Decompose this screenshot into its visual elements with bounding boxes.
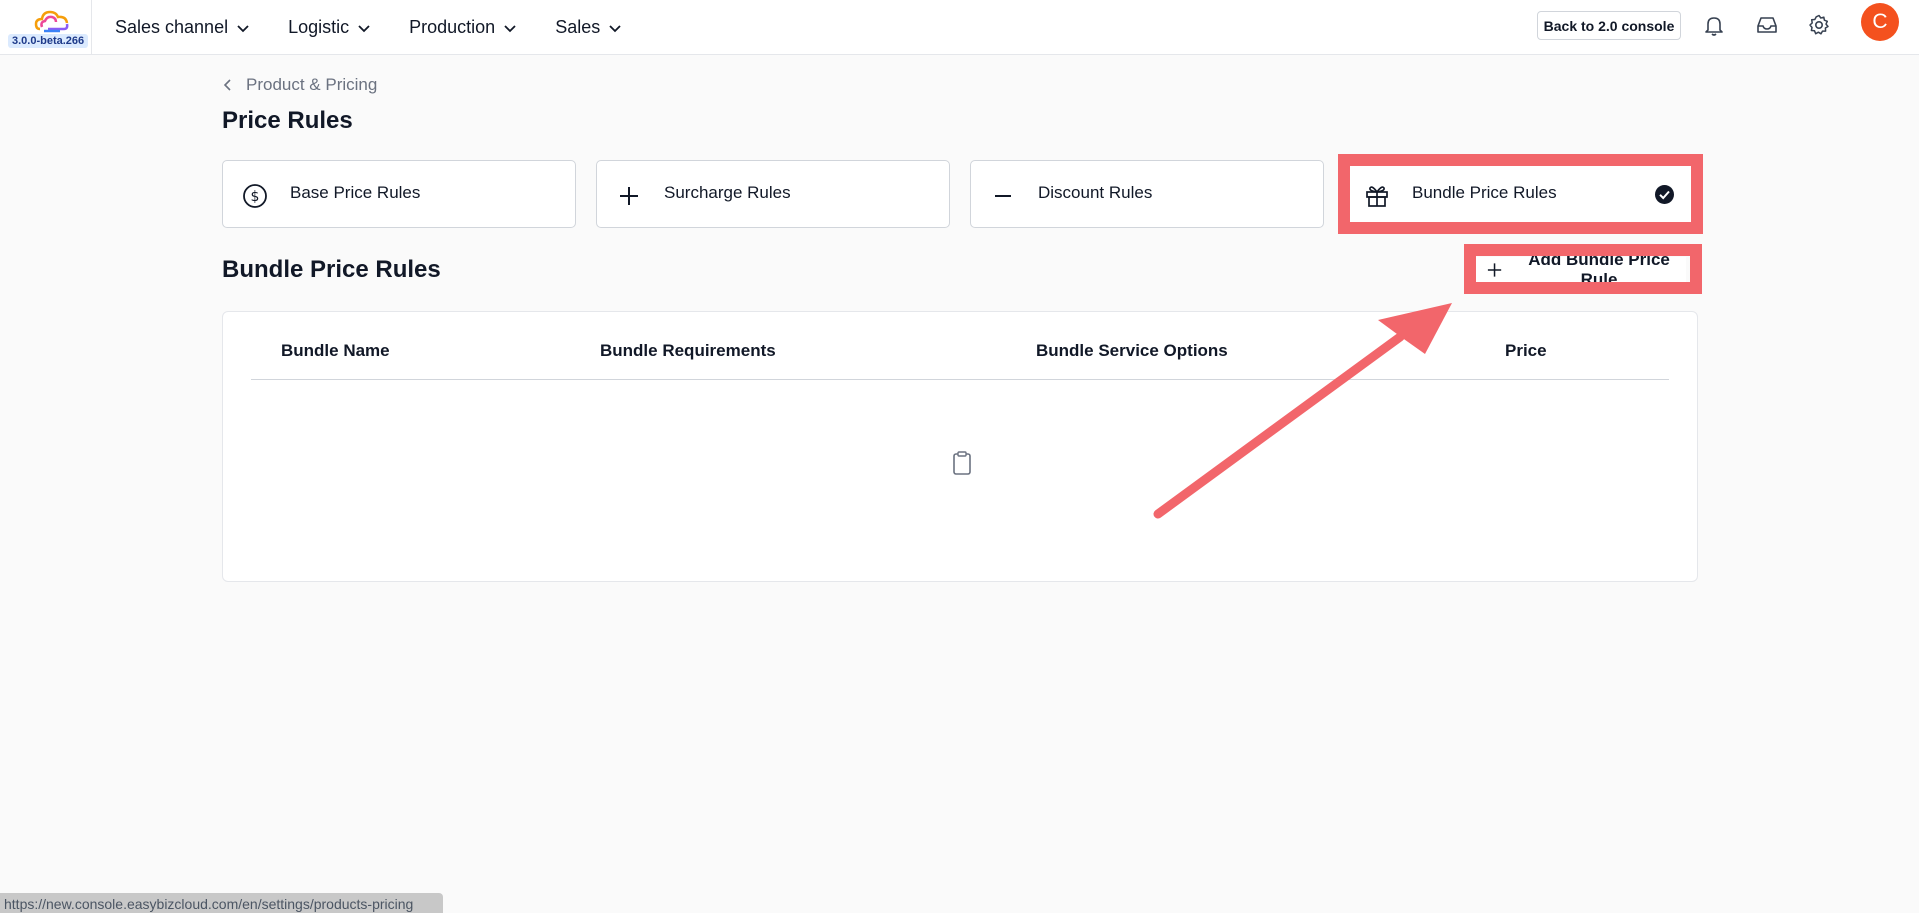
chevron-down-icon [237,24,249,32]
svg-text:$: $ [251,189,260,205]
top-bar: 3.0.0-beta.266 Sales channel Logistic Pr… [0,0,1919,55]
main-nav: Sales channel Logistic Production Sales [115,0,660,55]
chevron-down-icon [609,24,621,32]
tab-surcharge-rules[interactable]: Surcharge Rules [596,160,950,228]
highlight-box [1338,154,1703,234]
plus-icon [620,187,638,205]
breadcrumb-label: Product & Pricing [246,75,378,94]
page-title: Price Rules [222,107,353,134]
tab-base-price-rules[interactable]: $ Base Price Rules [222,160,576,228]
gear-icon[interactable] [1807,13,1831,37]
nav-item-sales-channel[interactable]: Sales channel [115,17,250,38]
section-title: Bundle Price Rules [222,256,441,283]
chevron-down-icon [504,24,516,32]
tab-label: Discount Rules [1038,183,1153,202]
nav-item-production[interactable]: Production [409,17,517,38]
table-header-divider [251,379,1669,380]
column-header[interactable]: Bundle Name [281,341,390,361]
dollar-circle-icon: $ [243,184,267,208]
chevron-left-icon [223,79,231,91]
nav-item-label: Sales channel [115,17,229,37]
avatar[interactable]: C [1861,3,1899,41]
inbox-icon[interactable] [1755,13,1779,37]
nav-item-sales[interactable]: Sales [555,17,622,38]
nav-item-label: Logistic [288,17,350,37]
minus-icon [995,195,1011,197]
highlight-box [1464,244,1702,294]
status-bar-url: https://new.console.easybizcloud.com/en/… [0,893,443,913]
bundle-rules-table: Bundle Name Bundle Requirements Bundle S… [222,311,1698,582]
nav-item-logistic[interactable]: Logistic [288,17,371,38]
breadcrumb[interactable]: Product & Pricing [222,75,377,95]
logo-area[interactable]: 3.0.0-beta.266 [0,0,92,55]
bell-icon[interactable] [1702,13,1726,37]
column-header[interactable]: Bundle Requirements [600,341,776,361]
back-to-console-button[interactable]: Back to 2.0 console [1537,11,1681,40]
nav-item-label: Production [409,17,496,37]
tab-label: Surcharge Rules [664,183,791,202]
clipboard-icon [953,451,971,475]
cloud-logo-icon [34,10,69,33]
version-badge: 3.0.0-beta.266 [8,34,89,48]
chevron-down-icon [358,24,370,32]
tab-label: Base Price Rules [290,183,421,202]
tab-discount-rules[interactable]: Discount Rules [970,160,1324,228]
nav-item-label: Sales [555,17,601,37]
column-header[interactable]: Bundle Service Options [1036,341,1228,361]
column-header[interactable]: Price [1505,341,1547,361]
